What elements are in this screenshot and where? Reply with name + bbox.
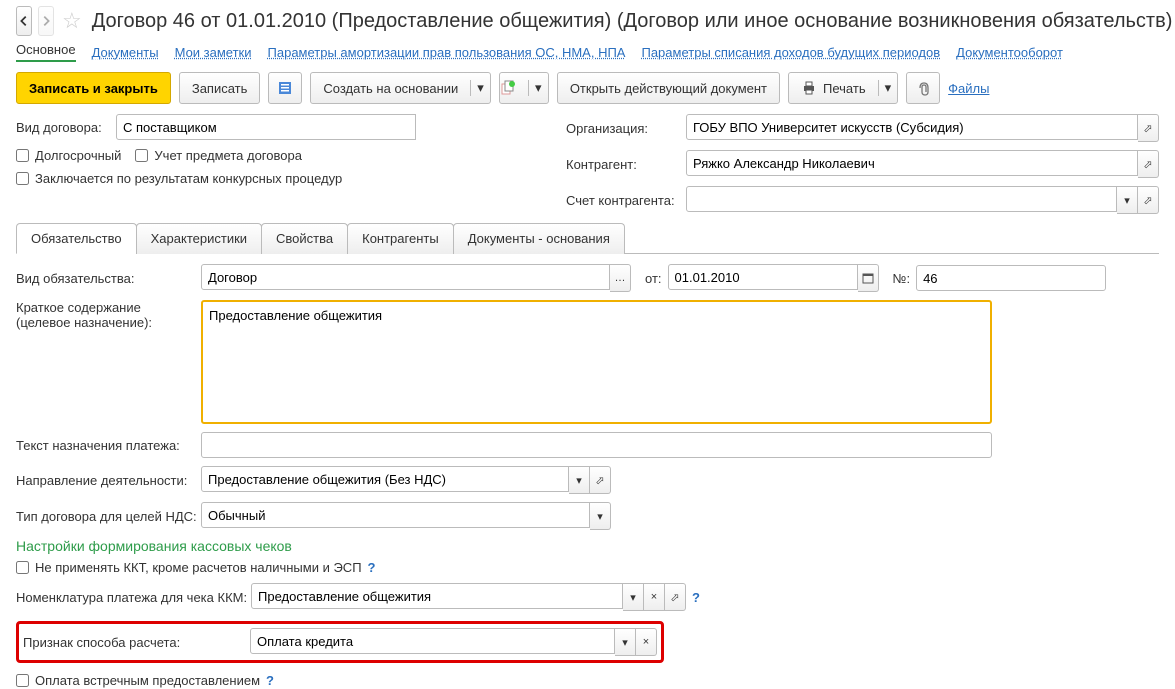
highlighted-region: Признак способа расчета: ▾× <box>16 621 664 663</box>
counterparty-account-label: Счет контрагента: <box>566 193 686 208</box>
open-ref-button[interactable]: ⬀ <box>1138 150 1159 178</box>
organization-label: Организация: <box>566 121 686 136</box>
dropdown-button[interactable]: ▾ <box>1117 186 1138 214</box>
tab-counterparties[interactable]: Контрагенты <box>347 223 454 254</box>
open-ref-button[interactable]: ⬀ <box>1138 114 1159 142</box>
tab-properties[interactable]: Свойства <box>261 223 348 254</box>
receipt-nomenclature-label: Номенклатура платежа для чека ККМ: <box>16 590 251 605</box>
activity-direction-input[interactable] <box>201 466 569 492</box>
tab-obligation[interactable]: Обязательство <box>16 223 137 254</box>
save-and-close-button[interactable]: Записать и закрыть <box>16 72 171 104</box>
tender-checkbox[interactable]: Заключается по результатам конкурсных пр… <box>16 171 342 186</box>
paperclip-icon <box>915 80 931 96</box>
tender-label: Заключается по результатам конкурсных пр… <box>35 171 342 186</box>
calc-method-input[interactable] <box>250 628 615 654</box>
tab-basis-documents[interactable]: Документы - основания <box>453 223 625 254</box>
brief-content-textarea[interactable]: Предоставление общежития <box>201 300 992 424</box>
list-toolbar-button[interactable] <box>268 72 302 104</box>
nav-writeoff[interactable]: Параметры списания доходов будущих перио… <box>641 45 940 60</box>
nav-forward-button[interactable] <box>38 6 54 36</box>
dropdown-button[interactable]: ▾ <box>569 466 590 494</box>
files-link[interactable]: Файлы <box>948 81 989 96</box>
counter-payment-checkbox[interactable]: Оплата встречным предоставлением <box>16 673 260 688</box>
no-kkt-label: Не применять ККТ, кроме расчетов наличны… <box>35 560 362 575</box>
number-input[interactable] <box>916 265 1106 291</box>
calc-method-label: Признак способа расчета: <box>23 635 250 650</box>
tab-characteristics[interactable]: Характеристики <box>136 223 262 254</box>
track-subject-label: Учет предмета договора <box>154 148 302 163</box>
organization-input[interactable] <box>686 114 1138 140</box>
date-input[interactable] <box>668 264 858 290</box>
dropdown-button[interactable]: ▾ <box>590 502 611 530</box>
save-button[interactable]: Записать <box>179 72 261 104</box>
dropdown-button[interactable]: ▾ <box>615 628 636 656</box>
nav-documents[interactable]: Документы <box>92 45 159 60</box>
dropdown-button[interactable]: ▾ <box>623 583 644 611</box>
printer-icon <box>801 80 817 96</box>
print-label: Печать <box>823 81 866 96</box>
tabs: Обязательство Характеристики Свойства Ко… <box>16 222 1159 254</box>
vat-contract-type-input[interactable] <box>201 502 590 528</box>
number-label: №: <box>893 271 911 286</box>
nav-notes[interactable]: Мои заметки <box>175 45 252 60</box>
counter-payment-label: Оплата встречным предоставлением <box>35 673 260 688</box>
contract-type-label: Вид договора: <box>16 120 116 135</box>
open-ref-button[interactable]: ⬀ <box>590 466 611 494</box>
create-based-on-button[interactable]: Создать на основании ▾ <box>310 72 490 104</box>
longterm-checkbox[interactable]: Долгосрочный <box>16 148 121 163</box>
help-icon[interactable]: ? <box>692 590 700 605</box>
activity-direction-label: Направление деятельности: <box>16 473 201 488</box>
favorite-star-icon[interactable]: ☆ <box>62 8 82 34</box>
select-button[interactable]: … <box>610 264 631 292</box>
page-title: Договор 46 от 01.01.2010 (Предоставление… <box>92 10 1173 33</box>
receipt-nomenclature-input[interactable] <box>251 583 623 609</box>
counterparty-input[interactable] <box>686 150 1138 176</box>
help-icon[interactable]: ? <box>266 673 274 688</box>
clear-button[interactable]: × <box>636 628 657 656</box>
nav-amortization[interactable]: Параметры амортизации прав пользования О… <box>268 45 626 60</box>
copy-structure-button[interactable]: ▾ <box>499 72 549 104</box>
calendar-icon <box>862 272 874 284</box>
open-ref-button[interactable]: ⬀ <box>665 583 686 611</box>
counterparty-account-input[interactable] <box>686 186 1117 212</box>
track-subject-checkbox[interactable]: Учет предмета договора <box>135 148 302 163</box>
obligation-type-input[interactable] <box>201 264 610 290</box>
payment-text-label: Текст назначения платежа: <box>16 438 201 453</box>
help-icon[interactable]: ? <box>368 560 376 575</box>
vat-contract-type-label: Тип договора для целей НДС: <box>16 509 201 524</box>
chevron-down-icon: ▾ <box>528 80 542 96</box>
counterparty-label: Контрагент: <box>566 157 686 172</box>
attachment-button[interactable] <box>906 72 940 104</box>
receipt-settings-heading: Настройки формирования кассовых чеков <box>16 538 1159 554</box>
no-kkt-checkbox[interactable]: Не применять ККТ, кроме расчетов наличны… <box>16 560 362 575</box>
payment-text-input[interactable] <box>201 432 992 458</box>
longterm-label: Долгосрочный <box>35 148 121 163</box>
open-ref-button[interactable]: ⬀ <box>1138 186 1159 214</box>
chevron-down-icon: ▾ <box>470 80 484 96</box>
clear-button[interactable]: × <box>644 583 665 611</box>
calendar-button[interactable] <box>858 264 879 292</box>
brief-content-label: Краткое содержание(целевое назначение): <box>16 300 201 330</box>
nav-main[interactable]: Основное <box>16 42 76 62</box>
create-based-on-label: Создать на основании <box>323 81 458 96</box>
print-button[interactable]: Печать ▾ <box>788 72 898 104</box>
nav-back-button[interactable] <box>16 6 32 36</box>
obligation-type-label: Вид обязательства: <box>16 271 201 286</box>
from-label: от: <box>645 271 662 286</box>
nav-docflow[interactable]: Документооборот <box>956 45 1063 60</box>
open-active-document-button[interactable]: Открыть действующий документ <box>557 72 780 104</box>
chevron-down-icon: ▾ <box>878 80 892 96</box>
contract-type-input[interactable] <box>116 114 416 140</box>
